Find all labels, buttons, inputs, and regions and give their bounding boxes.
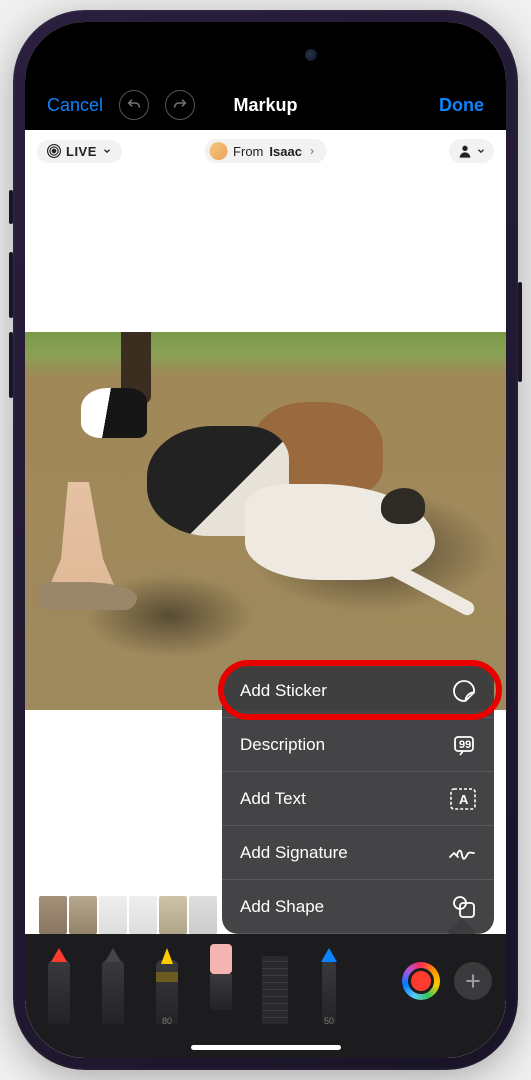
text-icon: A — [450, 788, 476, 810]
signature-icon — [448, 843, 476, 863]
svg-text:99: 99 — [459, 739, 471, 751]
photo-sandal — [37, 582, 137, 610]
add-menu: Add Sticker Description 99 Add Text A Ad… — [222, 664, 494, 934]
menu-item-add-sticker[interactable]: Add Sticker — [222, 664, 494, 718]
menu-label: Add Signature — [240, 843, 348, 863]
content-area: LIVE From Isaac — [25, 130, 506, 1058]
photo-canvas[interactable] — [25, 332, 506, 710]
tool-highlighter[interactable]: 80 — [147, 938, 187, 1024]
home-indicator[interactable] — [191, 1045, 341, 1050]
screen: Cancel Markup Done LIVE F — [25, 22, 506, 1058]
photo-dog — [245, 484, 435, 580]
from-name: Isaac — [269, 144, 302, 159]
live-label: LIVE — [66, 144, 97, 159]
redo-icon — [172, 97, 188, 113]
page-title: Markup — [233, 95, 297, 116]
volume-up-button — [9, 252, 13, 318]
undo-button[interactable] — [119, 90, 149, 120]
thumbnail[interactable] — [189, 896, 217, 934]
person-icon — [457, 143, 473, 159]
menu-item-description[interactable]: Description 99 — [222, 718, 494, 772]
tool-size-label: 80 — [162, 1016, 172, 1026]
menu-label: Add Sticker — [240, 681, 327, 701]
content-header: LIVE From Isaac — [25, 130, 506, 172]
tool-size-label: 50 — [324, 1016, 334, 1026]
thumbnail[interactable] — [129, 896, 157, 934]
tool-ruler[interactable] — [255, 938, 295, 1024]
from-prefix: From — [233, 144, 263, 159]
menu-label: Description — [240, 735, 325, 755]
chevron-down-icon — [476, 146, 486, 156]
tool-marker-thin[interactable] — [93, 938, 133, 1024]
tool-pencil[interactable]: 50 — [309, 938, 349, 1024]
thumbnail-strip[interactable] — [39, 896, 217, 934]
photo-dog — [81, 388, 147, 438]
tool-eraser[interactable] — [201, 938, 241, 1024]
tool-pen[interactable] — [39, 938, 79, 1024]
menu-item-add-signature[interactable]: Add Signature — [222, 826, 494, 880]
description-icon: 99 — [452, 733, 476, 757]
redo-button[interactable] — [165, 90, 195, 120]
avatar — [209, 142, 227, 160]
chevron-down-icon — [102, 146, 112, 156]
markup-toolbar: 80 50 — [25, 934, 506, 1058]
plus-icon — [463, 971, 483, 991]
live-icon — [47, 144, 61, 158]
undo-icon — [126, 97, 142, 113]
from-pill[interactable]: From Isaac — [204, 139, 327, 163]
phone-frame: Cancel Markup Done LIVE F — [13, 10, 518, 1070]
people-button[interactable] — [449, 139, 494, 163]
shape-icon — [452, 895, 476, 919]
volume-down-button — [9, 332, 13, 398]
thumbnail[interactable] — [69, 896, 97, 934]
chevron-right-icon — [308, 147, 317, 156]
current-color-swatch — [408, 968, 434, 994]
side-button — [9, 190, 13, 224]
cancel-button[interactable]: Cancel — [47, 95, 103, 116]
thumbnail[interactable] — [99, 896, 127, 934]
svg-text:A: A — [459, 792, 469, 807]
photo-leg — [47, 482, 117, 592]
live-badge[interactable]: LIVE — [37, 140, 122, 163]
menu-label: Add Shape — [240, 897, 324, 917]
power-button — [518, 282, 522, 382]
color-picker-button[interactable] — [402, 962, 440, 1000]
done-button[interactable]: Done — [439, 95, 484, 116]
thumbnail[interactable] — [39, 896, 67, 934]
thumbnail[interactable] — [159, 896, 187, 934]
dynamic-island — [197, 36, 335, 74]
sticker-icon — [452, 679, 476, 703]
add-button[interactable] — [454, 962, 492, 1000]
menu-item-add-text[interactable]: Add Text A — [222, 772, 494, 826]
menu-label: Add Text — [240, 789, 306, 809]
nav-bar: Cancel Markup Done — [25, 80, 506, 130]
